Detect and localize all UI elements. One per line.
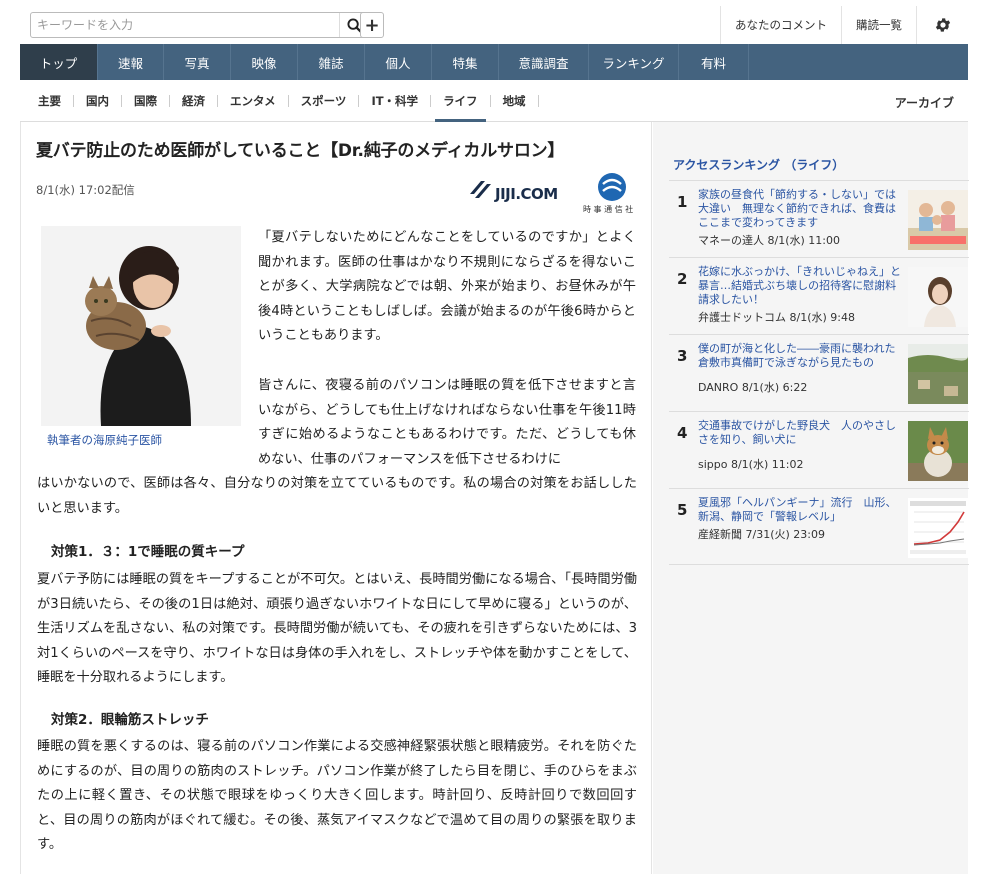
article-date: 8/1(水) 17:02配信	[36, 183, 135, 197]
article: 夏バテ防止のため医師がしていること【Dr.純子のメディカルサロン】 8/1(水)…	[20, 122, 652, 874]
chart-thumbnail-image	[908, 498, 968, 558]
article-paragraph: 「夏バテしないためにどんなことをしているのですか」とよく聞かれます。医師の仕事は…	[258, 230, 636, 343]
ranking-item[interactable]: 1 家族の昼食代「節約する・しない」では大違い 無理なく節約できれば、食費はここ…	[669, 180, 969, 257]
ranking-heading: アクセスランキング （ライフ）	[673, 158, 845, 172]
ranking-link[interactable]: 家族の昼食代「節約する・しない」では大違い 無理なく節約できれば、食費はここまで…	[698, 188, 902, 230]
subnav-domestic[interactable]: 国内	[74, 94, 122, 107]
archive-link[interactable]: アーカイブ	[895, 94, 954, 111]
rank-number: 4	[677, 424, 688, 442]
nav-photos[interactable]: 写真	[164, 44, 231, 80]
article-paragraph: はいかないので、医師は各々、自分なりの対策を立てているものです。私の場合の対策を…	[37, 476, 637, 516]
search-input[interactable]	[37, 16, 322, 34]
main-nav: トップ 速報 写真 映像 雑誌 個人 特集 意識調査 ランキング 有料	[20, 44, 968, 80]
nav-features[interactable]: 特集	[432, 44, 499, 80]
search-box	[30, 12, 370, 38]
ranking-link[interactable]: 交通事故でけがした野良犬 人のやさしさを知り、飼い犬に	[698, 419, 902, 447]
subnav-sports[interactable]: スポーツ	[289, 94, 360, 107]
ranking-thumbnail[interactable]	[908, 498, 968, 558]
subscriptions-link[interactable]: 購読一覧	[841, 6, 916, 44]
ranking-link[interactable]: 僕の町が海と化した――豪雨に襲われた倉敷市真備町で泳ぎながら見たもの	[698, 342, 902, 370]
ranking-thumbnail[interactable]	[908, 344, 968, 404]
subnav-main[interactable]: 主要	[20, 94, 74, 107]
section-heading: 対策2．眼輪筋ストレッチ	[51, 712, 209, 728]
settings-button[interactable]	[916, 6, 968, 44]
ranking-item[interactable]: 2 花嫁に水ぶっかけ、「きれいじゃねえ」と暴言…結婚式ぶち壊しの招待客に慰謝料請…	[669, 257, 969, 334]
dog-photo-image	[908, 421, 968, 481]
article-paragraph: 皆さんに、夜寝る前のパソコンは睡眠の質を低下させますと言いながら、どうしても仕上…	[258, 378, 636, 467]
top-right-links: あなたのコメント 購読一覧	[720, 6, 968, 44]
subnav-it-science[interactable]: IT・科学	[359, 94, 432, 107]
ranking-thumbnail[interactable]	[908, 267, 968, 327]
provider-subtitle: 時 事 通 信 社	[583, 205, 634, 214]
add-button[interactable]: +	[360, 12, 384, 38]
ranking-meta: 弁護士ドットコム 8/1(水) 9:48	[698, 311, 855, 324]
ranking-meta: 産経新聞 7/31(火) 23:09	[698, 528, 825, 541]
rank-number: 3	[677, 347, 688, 365]
rank-number: 1	[677, 193, 688, 211]
nav-videos[interactable]: 映像	[231, 44, 298, 80]
nav-top[interactable]: トップ	[20, 44, 98, 80]
subnav-economy[interactable]: 経済	[170, 94, 218, 107]
ranking-thumbnail[interactable]	[908, 421, 968, 481]
author-photo	[41, 226, 241, 426]
rank-number: 5	[677, 501, 688, 519]
provider-logo[interactable]: JIJI.COM 時 事 通 信 社	[467, 172, 639, 214]
nav-survey[interactable]: 意識調査	[499, 44, 589, 80]
ranking-thumbnail[interactable]	[908, 190, 968, 250]
ranking-item[interactable]: 3 僕の町が海と化した――豪雨に襲われた倉敷市真備町で泳ぎながら見たもの DAN…	[669, 334, 969, 411]
nav-breaking[interactable]: 速報	[98, 44, 164, 80]
gear-icon	[935, 18, 950, 32]
article-title: 夏バテ防止のため医師がしていること【Dr.純子のメディカルサロン】	[36, 141, 565, 161]
top-bar: + あなたのコメント 購読一覧	[20, 6, 968, 44]
ranking-item[interactable]: 4 交通事故でけがした野良犬 人のやさしさを知り、飼い犬に sippo 8/1(…	[669, 411, 969, 488]
ranking-link[interactable]: 花嫁に水ぶっかけ、「きれいじゃねえ」と暴言…結婚式ぶち壊しの招待客に慰謝料請求し…	[698, 265, 902, 307]
article-paragraph: 睡眠の質を悪くするのは、寝る前のパソコン作業による交感神経緊張状態と眼精疲労。そ…	[37, 739, 637, 852]
ranking-meta: DANRO 8/1(水) 6:22	[698, 381, 808, 394]
flood-photo-image	[908, 344, 968, 404]
woman-photo-image	[908, 267, 968, 327]
ranking-meta: sippo 8/1(水) 11:02	[698, 458, 804, 471]
subnav-entertainment[interactable]: エンタメ	[218, 94, 289, 107]
article-paragraph: 夏バテ予防には睡眠の質をキープすることが不可欠。とはいえ、長時間労働になる場合、…	[37, 572, 637, 685]
subnav-international[interactable]: 国際	[122, 94, 170, 107]
subnav-life[interactable]: ライフ	[431, 94, 491, 122]
ranking-list: 1 家族の昼食代「節約する・しない」では大違い 無理なく節約できれば、食費はここ…	[669, 180, 969, 565]
rank-number: 2	[677, 270, 688, 288]
photo-caption[interactable]: 執筆者の海原純子医師	[47, 432, 162, 448]
author-with-cat-image	[41, 226, 241, 426]
my-comments-link[interactable]: あなたのコメント	[720, 6, 841, 44]
nav-paid[interactable]: 有料	[679, 44, 749, 80]
provider-logo-text: JIJI.COM	[495, 185, 558, 203]
subnav-regional[interactable]: 地域	[491, 94, 539, 107]
sidebar: アクセスランキング （ライフ） 1 家族の昼食代「節約する・しない」では大違い …	[653, 122, 969, 874]
ranking-item[interactable]: 5 夏風邪「ヘルパンギーナ」流行 山形、新潟、静岡で「警報レベル」 産経新聞 7…	[669, 488, 969, 565]
plus-icon: +	[364, 14, 380, 36]
jiji-emblem-icon	[598, 173, 626, 201]
nav-individuals[interactable]: 個人	[365, 44, 432, 80]
ranking-meta: マネーの達人 8/1(水) 11:00	[698, 234, 840, 247]
family-photo-image	[908, 190, 968, 250]
nav-ranking[interactable]: ランキング	[589, 44, 679, 80]
sub-nav: 主要 国内 国際 経済 エンタメ スポーツ IT・科学 ライフ 地域 アーカイブ	[20, 80, 968, 122]
section-heading: 対策1．３：1で睡眠の質キープ	[51, 544, 245, 560]
nav-magazines[interactable]: 雑誌	[298, 44, 365, 80]
jiji-mark-icon	[470, 181, 491, 198]
ranking-link[interactable]: 夏風邪「ヘルパンギーナ」流行 山形、新潟、静岡で「警報レベル」	[698, 496, 902, 524]
